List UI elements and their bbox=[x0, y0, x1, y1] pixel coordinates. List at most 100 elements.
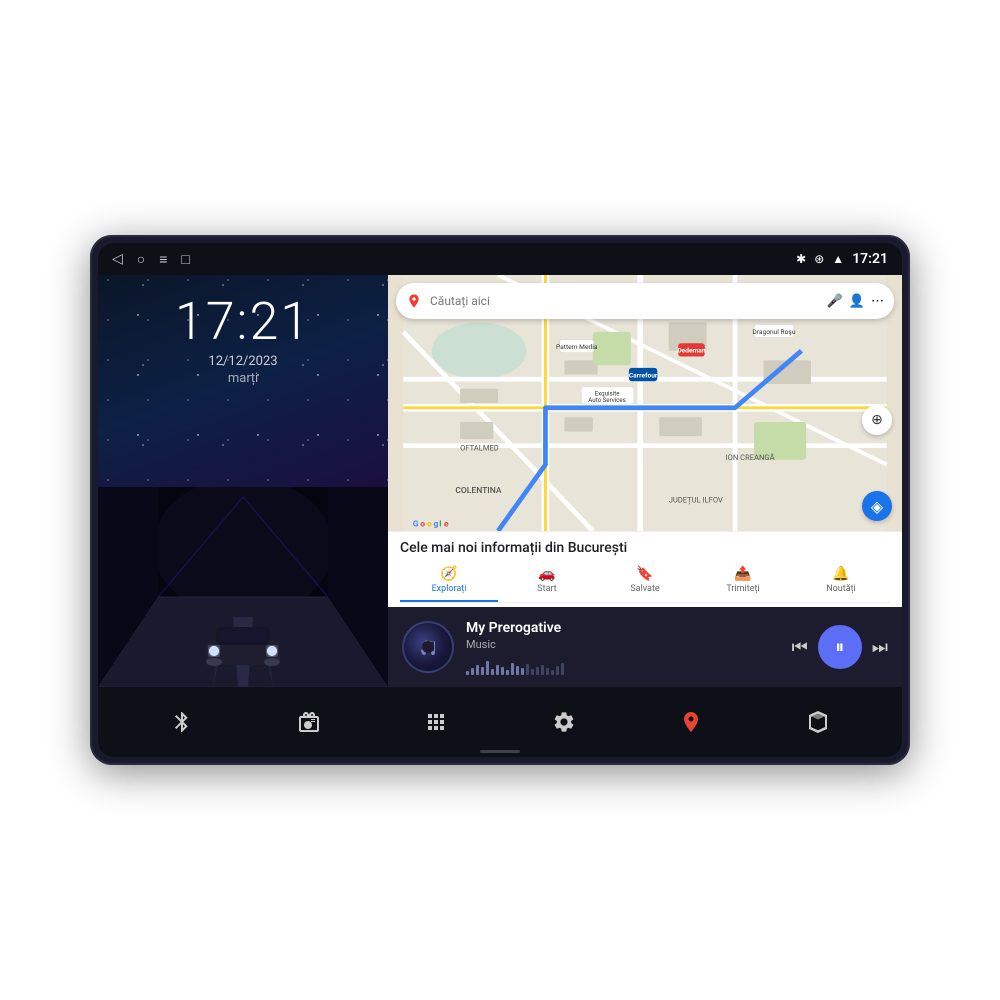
waveform-bar bbox=[466, 671, 469, 675]
map-info-title: Cele mai noi informații din București bbox=[400, 540, 890, 556]
back-icon[interactable]: ◁ bbox=[112, 251, 123, 267]
explore-icon: 🧭 bbox=[440, 566, 457, 582]
screenshot-icon[interactable]: □ bbox=[181, 251, 189, 268]
drive-icon: 🚗 bbox=[538, 566, 555, 582]
prev-button[interactable]: ⏮ bbox=[792, 637, 808, 658]
waveform-bar bbox=[481, 667, 484, 675]
google-maps-icon bbox=[406, 293, 422, 309]
device-frame: ◁ ○ ≡ □ ✱ ⊛ ▲ 17:21 17:21 12/12/2023 mar… bbox=[90, 235, 910, 765]
road-tunnel bbox=[98, 487, 388, 687]
waveform-bar bbox=[511, 663, 514, 675]
signal-status-icon: ▲ bbox=[832, 252, 844, 266]
device-screen: ◁ ○ ≡ □ ✱ ⊛ ▲ 17:21 17:21 12/12/2023 mar… bbox=[98, 243, 902, 757]
layers-icon: ⊕ bbox=[871, 412, 883, 428]
play-icon: ⏸ bbox=[835, 637, 844, 658]
status-icons: ✱ ⊛ ▲ 17:21 bbox=[796, 251, 888, 267]
waveform-bar bbox=[496, 665, 499, 675]
dock-radio[interactable] bbox=[287, 700, 331, 744]
music-info: My Prerogative Music bbox=[466, 620, 780, 675]
bluetooth-status-icon: ✱ bbox=[796, 252, 806, 266]
more-icon[interactable]: ⋯ bbox=[871, 294, 884, 309]
location-icon: ◈ bbox=[871, 497, 883, 516]
news-icon: 🔔 bbox=[832, 566, 849, 582]
waveform-bar bbox=[506, 670, 509, 675]
left-panel: 17:21 12/12/2023 marți bbox=[98, 275, 388, 687]
svg-text:Pattern Media: Pattern Media bbox=[556, 343, 598, 351]
date-display: 12/12/2023 bbox=[98, 354, 388, 369]
dock-3d[interactable] bbox=[796, 700, 840, 744]
svg-text:o: o bbox=[427, 519, 432, 529]
svg-text:JUDEȚUL ILFOV: JUDEȚUL ILFOV bbox=[669, 496, 723, 505]
menu-icon[interactable]: ≡ bbox=[159, 251, 167, 268]
map-tab-start[interactable]: 🚗 Start bbox=[498, 562, 596, 602]
tab-label-explorați: Explorați bbox=[432, 584, 467, 594]
dock-settings[interactable] bbox=[542, 700, 586, 744]
waveform-bar bbox=[471, 668, 474, 675]
svg-text:l: l bbox=[439, 519, 441, 529]
waveform-bar bbox=[556, 666, 559, 675]
search-icons: 🎤 👤 ⋯ bbox=[827, 294, 884, 309]
map-tab-salvate[interactable]: 🔖 Salvate bbox=[596, 562, 694, 602]
music-waveform bbox=[466, 655, 780, 675]
tab-label-start: Start bbox=[537, 584, 556, 594]
map-tab-noutăți[interactable]: 🔔 Noutăți bbox=[792, 562, 890, 602]
album-art bbox=[402, 621, 454, 673]
clock-display: 17:21 bbox=[98, 293, 388, 350]
music-note-icon bbox=[416, 635, 440, 659]
music-controls[interactable]: ⏮ ⏸ ⏭ bbox=[792, 625, 888, 669]
status-time: 17:21 bbox=[852, 251, 888, 267]
song-subtitle: Music bbox=[466, 638, 780, 651]
waveform-bar bbox=[491, 669, 494, 675]
user-icon[interactable]: 👤 bbox=[849, 294, 865, 309]
maps-pin-icon bbox=[679, 710, 703, 734]
dock-handle bbox=[480, 750, 520, 753]
waveform-bar bbox=[546, 668, 549, 675]
main-content: 17:21 12/12/2023 marți bbox=[98, 275, 902, 687]
saved-icon: 🔖 bbox=[636, 566, 653, 582]
dock-maps[interactable] bbox=[669, 700, 713, 744]
waveform-bar bbox=[536, 667, 539, 675]
map-nav-tabs[interactable]: 🧭 Explorați 🚗 Start 🔖 Salvate 📤 bbox=[400, 562, 890, 603]
svg-text:o: o bbox=[420, 519, 425, 529]
dock-bluetooth[interactable] bbox=[160, 700, 204, 744]
road-svg bbox=[98, 487, 388, 687]
waveform-bar bbox=[476, 665, 479, 675]
tab-label-noutăți: Noutăți bbox=[826, 584, 856, 594]
play-pause-button[interactable]: ⏸ bbox=[818, 625, 862, 669]
share-icon: 📤 bbox=[734, 566, 751, 582]
mic-icon[interactable]: 🎤 bbox=[827, 294, 843, 309]
cube-icon bbox=[806, 710, 830, 734]
next-button[interactable]: ⏭ bbox=[872, 637, 888, 658]
car-scene bbox=[98, 487, 388, 687]
svg-text:g: g bbox=[434, 519, 439, 529]
map-layers-button[interactable]: ⊕ bbox=[862, 405, 892, 435]
map-area[interactable]: Carrefour Dedeman Pattern Media Dragonul… bbox=[388, 275, 902, 531]
svg-text:Carrefour: Carrefour bbox=[629, 371, 658, 379]
music-player: My Prerogative Music ⏮ ⏸ ⏭ bbox=[388, 607, 902, 687]
svg-text:Dragonul Roşu: Dragonul Roşu bbox=[752, 328, 795, 336]
map-info-bar: Cele mai noi informații din București 🧭 … bbox=[388, 531, 902, 607]
time-date-block: 17:21 12/12/2023 marți bbox=[98, 275, 388, 394]
waveform-bar bbox=[501, 667, 504, 675]
svg-text:OFTALMED: OFTALMED bbox=[460, 443, 499, 452]
waveform-bar bbox=[551, 670, 554, 675]
map-search-bar[interactable]: Căutați aici 🎤 👤 ⋯ bbox=[396, 283, 894, 319]
tab-label-trimiteți: Trimiteți bbox=[726, 584, 759, 594]
nav-buttons[interactable]: ◁ ○ ≡ □ bbox=[112, 251, 190, 268]
home-icon[interactable]: ○ bbox=[137, 251, 145, 268]
map-tab-trimiteți[interactable]: 📤 Trimiteți bbox=[694, 562, 792, 602]
map-locate-button[interactable]: ◈ bbox=[862, 491, 892, 521]
dock-apps[interactable] bbox=[414, 700, 458, 744]
day-display: marți bbox=[98, 371, 388, 386]
waveform-bar bbox=[486, 661, 489, 675]
svg-text:ION CREANGĂ: ION CREANGĂ bbox=[726, 453, 775, 462]
apps-grid-icon bbox=[424, 710, 448, 734]
svg-text:COLENTINA: COLENTINA bbox=[455, 486, 501, 496]
map-tab-explorați[interactable]: 🧭 Explorați bbox=[400, 562, 498, 602]
waveform-bar bbox=[516, 666, 519, 675]
waveform-bar bbox=[521, 668, 524, 675]
bluetooth-icon bbox=[170, 710, 194, 734]
settings-icon bbox=[552, 710, 576, 734]
svg-text:G: G bbox=[413, 519, 419, 529]
tab-label-salvate: Salvate bbox=[630, 584, 659, 594]
